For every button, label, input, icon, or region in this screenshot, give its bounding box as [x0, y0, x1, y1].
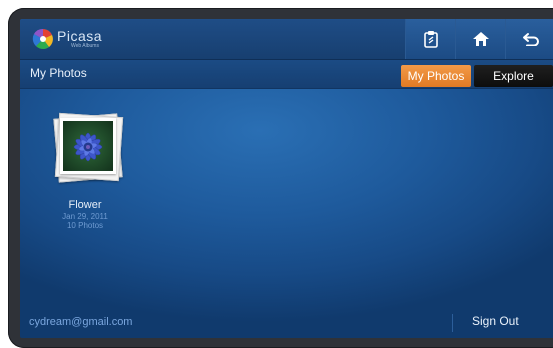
- logo-text: Picasa: [57, 28, 103, 44]
- album-info: Flower Jan 29, 2011 10 Photos: [40, 199, 130, 230]
- app-screen: Picasa Web Albums My Photos My Photos Ex…: [20, 19, 553, 338]
- sub-header: My Photos My Photos Explore: [20, 60, 553, 89]
- account-email: cydream@gmail.com: [29, 316, 133, 328]
- clipboard-icon: [423, 31, 438, 48]
- back-button[interactable]: [505, 19, 553, 59]
- flower-thumbnail: [63, 121, 113, 171]
- page-title: My Photos: [30, 66, 87, 80]
- home-button[interactable]: [455, 19, 505, 59]
- tab-explore[interactable]: Explore: [474, 65, 553, 87]
- album-date: Jan 29, 2011: [62, 211, 108, 221]
- device-frame: Picasa Web Albums My Photos My Photos Ex…: [8, 8, 553, 348]
- album-cover-photo: [60, 118, 116, 174]
- logo-subtext: Web Albums: [71, 43, 99, 49]
- album-title: Flower: [68, 199, 102, 211]
- picasa-logo: Picasa Web Albums: [31, 26, 102, 52]
- tab-my-photos[interactable]: My Photos: [401, 65, 471, 87]
- clipboard-button[interactable]: [405, 19, 455, 59]
- picasa-pinwheel-icon: [32, 28, 53, 49]
- back-icon: [522, 33, 539, 46]
- album-photo-count: 10 Photos: [66, 220, 104, 230]
- footer-divider: [452, 314, 453, 332]
- album-tile-flower[interactable]: [53, 112, 124, 183]
- home-icon: [472, 32, 489, 46]
- sign-out-button[interactable]: Sign Out: [472, 314, 519, 328]
- top-bar: Picasa Web Albums: [20, 19, 553, 60]
